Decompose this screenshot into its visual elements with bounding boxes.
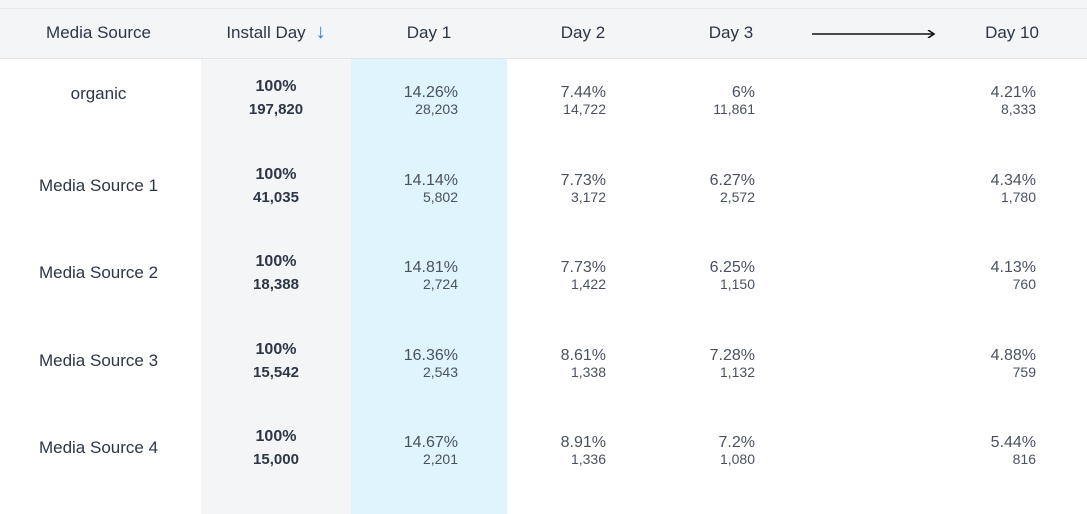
day3-count: 2,572 <box>719 189 755 205</box>
header-media-source[interactable]: Media Source <box>0 9 197 58</box>
day10-count: 1,780 <box>1000 189 1036 205</box>
table-row[interactable]: Media Source 2 100% 18,388 14.81% 2,724 7.73%… <box>0 249 1087 337</box>
long-arrow-right-icon <box>812 30 936 38</box>
day3-percent: 7.28% <box>709 347 755 364</box>
day3-cell: 6.25% 1,150 <box>680 259 755 292</box>
day10-percent: 4.13% <box>990 259 1036 276</box>
day10-cell: 4.13% 760 <box>960 259 1036 292</box>
install-day-percent: 100% <box>255 166 297 183</box>
day1-percent: 14.14% <box>403 172 458 189</box>
day2-cell: 7.73% 3,172 <box>530 172 606 205</box>
header-day2[interactable]: Day 2 <box>530 9 636 58</box>
day2-percent: 8.91% <box>560 434 606 451</box>
day3-cell: 7.2% 1,080 <box>680 434 755 467</box>
sort-descending-icon[interactable]: ↓ <box>316 21 326 43</box>
install-day-cell: 100% 197,820 <box>201 78 351 118</box>
day10-percent: 4.88% <box>990 347 1036 364</box>
install-day-percent: 100% <box>255 253 297 270</box>
day1-percent: 14.81% <box>403 259 458 276</box>
day1-percent: 14.26% <box>403 84 458 101</box>
install-day-cell: 100% 41,035 <box>201 166 351 206</box>
install-day-count: 41,035 <box>253 189 299 206</box>
day3-count: 1,132 <box>719 364 755 380</box>
day3-cell: 7.28% 1,132 <box>680 347 755 380</box>
day2-count: 14,722 <box>563 101 606 117</box>
day10-percent: 4.21% <box>990 84 1036 101</box>
day3-count: 1,080 <box>719 451 755 467</box>
install-day-cell: 100% 15,542 <box>201 341 351 381</box>
day1-count: 2,543 <box>422 364 458 380</box>
install-day-count: 18,388 <box>253 276 299 293</box>
day10-count: 8,333 <box>1000 101 1036 117</box>
day3-cell: 6% 11,861 <box>680 84 755 117</box>
day2-percent: 7.73% <box>560 172 606 189</box>
media-source-name[interactable]: Media Source 4 <box>0 438 197 458</box>
day1-cell: 14.67% 2,201 <box>380 434 458 467</box>
day2-percent: 7.73% <box>560 259 606 276</box>
install-day-count: 197,820 <box>248 101 304 118</box>
day10-percent: 5.44% <box>990 434 1036 451</box>
day1-count: 2,724 <box>422 276 458 292</box>
day3-count: 1,150 <box>719 276 755 292</box>
day1-cell: 14.14% 5,802 <box>380 172 458 205</box>
install-day-cell: 100% 15,000 <box>201 428 351 468</box>
header-day10[interactable]: Day 10 <box>960 9 1064 58</box>
day2-cell: 8.91% 1,336 <box>530 434 606 467</box>
day3-percent: 6.27% <box>709 172 755 189</box>
media-source-name[interactable]: Media Source 3 <box>0 351 197 371</box>
day10-cell: 4.88% 759 <box>960 347 1036 380</box>
table-row[interactable]: organic 100% 197,820 14.26% 28,203 7.44% 14,72… <box>0 74 1087 162</box>
day1-percent: 16.36% <box>403 347 458 364</box>
day10-cell: 5.44% 816 <box>960 434 1036 467</box>
day2-cell: 7.73% 1,422 <box>530 259 606 292</box>
install-day-count: 15,542 <box>253 364 299 381</box>
day2-percent: 7.44% <box>560 84 606 101</box>
header-day1[interactable]: Day 1 <box>351 9 507 58</box>
header-day3[interactable]: Day 3 <box>678 9 784 58</box>
day1-cell: 16.36% 2,543 <box>380 347 458 380</box>
day2-percent: 8.61% <box>560 347 606 364</box>
table-row[interactable]: Media Source 3 100% 15,542 16.36% 2,543 8.61%… <box>0 337 1087 425</box>
day3-count: 11,861 <box>713 101 755 117</box>
day1-cell: 14.26% 28,203 <box>380 84 458 117</box>
install-day-cell: 100% 18,388 <box>201 253 351 293</box>
install-day-percent: 100% <box>255 341 297 358</box>
day10-count: 816 <box>1012 451 1036 467</box>
day2-cell: 8.61% 1,338 <box>530 347 606 380</box>
media-source-name[interactable]: organic <box>0 84 197 104</box>
day3-percent: 6% <box>731 84 755 101</box>
day1-count: 28,203 <box>415 101 458 117</box>
top-band <box>0 0 1087 9</box>
day3-cell: 6.27% 2,572 <box>680 172 755 205</box>
day1-count: 5,802 <box>422 189 458 205</box>
day2-count: 1,336 <box>570 451 606 467</box>
day3-percent: 6.25% <box>709 259 755 276</box>
media-source-name[interactable]: Media Source 1 <box>0 176 197 196</box>
header-install-day-label: Install Day <box>226 23 306 42</box>
day2-cell: 7.44% 14,722 <box>530 84 606 117</box>
table-row[interactable]: Media Source 1 100% 41,035 14.14% 5,802 7.73%… <box>0 162 1087 250</box>
header-install-day[interactable]: Install Day ↓ <box>201 9 351 58</box>
install-day-count: 15,000 <box>253 451 299 468</box>
day1-count: 2,201 <box>422 451 458 467</box>
day1-percent: 14.67% <box>403 434 458 451</box>
day10-percent: 4.34% <box>990 172 1036 189</box>
media-source-name[interactable]: Media Source 2 <box>0 263 197 283</box>
install-day-percent: 100% <box>255 78 297 95</box>
day10-count: 759 <box>1012 364 1036 380</box>
day3-percent: 7.2% <box>718 434 755 451</box>
day2-count: 1,338 <box>570 364 606 380</box>
table-row[interactable]: Media Source 4 100% 15,000 14.67% 2,201 8.91%… <box>0 424 1087 512</box>
install-day-percent: 100% <box>255 428 297 445</box>
day10-cell: 4.34% 1,780 <box>960 172 1036 205</box>
day10-count: 760 <box>1012 276 1036 292</box>
day10-cell: 4.21% 8,333 <box>960 84 1036 117</box>
day2-count: 1,422 <box>570 276 606 292</box>
day2-count: 3,172 <box>570 189 606 205</box>
day1-cell: 14.81% 2,724 <box>380 259 458 292</box>
